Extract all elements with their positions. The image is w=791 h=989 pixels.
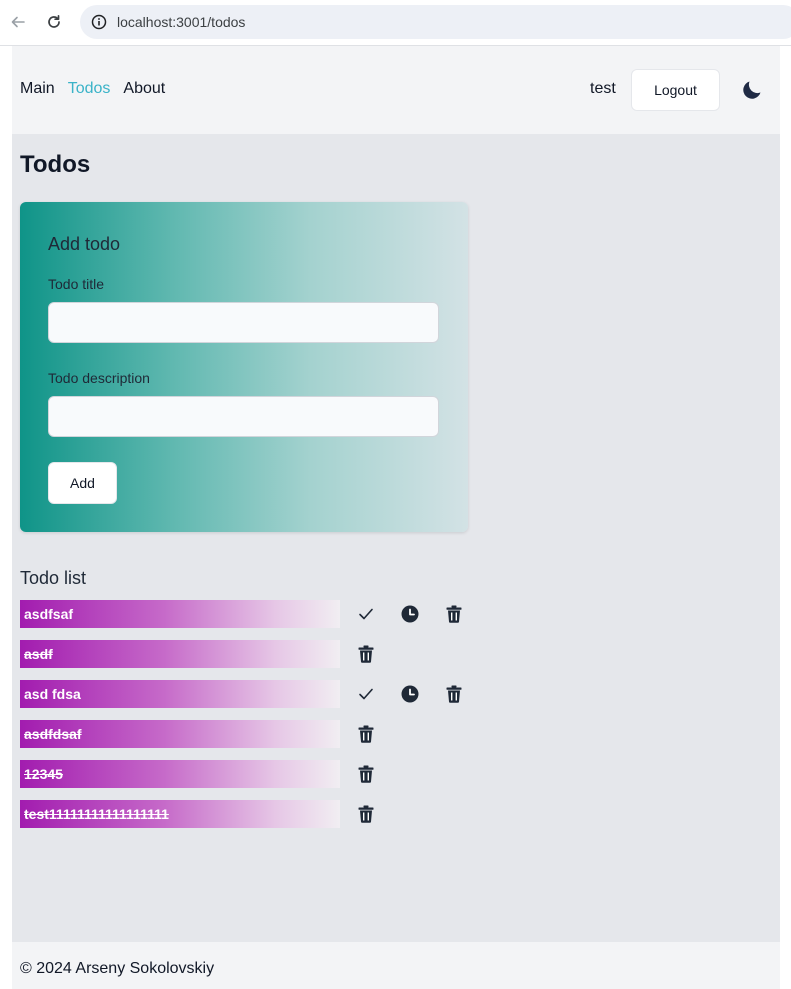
app-root: Main Todos About test Logout Todos Add t… — [12, 46, 780, 989]
todo-item-text: 12345 — [24, 766, 63, 782]
todo-list-heading: Todo list — [20, 568, 87, 588]
app-header: Main Todos About test Logout — [12, 46, 780, 134]
back-arrow-icon[interactable] — [7, 11, 29, 33]
todo-item: test11111111111111111 — [20, 800, 480, 828]
url-text: localhost:3001/todos — [117, 14, 246, 30]
todo-list: asdfsaf asdf asd fdsa asdfdsaf 12345 tes… — [20, 600, 480, 840]
check-icon[interactable] — [356, 604, 376, 624]
todo-item-bar: test11111111111111111 — [20, 800, 340, 828]
todo-item-text: asdf — [24, 646, 53, 662]
todo-item-bar: asd fdsa — [20, 680, 340, 708]
main-nav: Main Todos About — [20, 80, 165, 98]
todo-title-label: Todo title — [48, 276, 105, 292]
reload-icon[interactable] — [43, 11, 65, 33]
todo-item-bar: asdfdsaf — [20, 720, 340, 748]
todo-item: asdfsaf — [20, 600, 480, 628]
trash-icon[interactable] — [356, 764, 376, 784]
nav-link-about[interactable]: About — [123, 80, 165, 98]
todo-description-label: Todo description — [48, 370, 150, 386]
todo-item-text: asdfdsaf — [24, 726, 82, 742]
trash-icon[interactable] — [444, 684, 464, 704]
todo-item-text: asdfsaf — [24, 606, 74, 622]
nav-link-main[interactable]: Main — [20, 80, 55, 98]
nav-link-todos[interactable]: Todos — [68, 80, 111, 98]
todo-item-bar: asdfsaf — [20, 600, 340, 628]
trash-icon[interactable] — [356, 644, 376, 664]
check-icon[interactable] — [356, 684, 376, 704]
trash-icon[interactable] — [444, 604, 464, 624]
moon-icon[interactable] — [740, 78, 764, 102]
todo-item-text: test11111111111111111 — [24, 806, 169, 822]
page-footer: © 2024 Arseny Sokolovskiy — [12, 942, 780, 989]
trash-icon[interactable] — [356, 724, 376, 744]
clock-icon[interactable] — [400, 684, 420, 704]
add-todo-card: Add todo Todo title Todo description Add — [20, 202, 468, 532]
page-title: Todos — [20, 151, 91, 178]
todo-item: 12345 — [20, 760, 480, 788]
add-todo-heading: Add todo — [48, 234, 121, 254]
site-info-icon[interactable] — [88, 11, 110, 33]
todo-item-bar: 12345 — [20, 760, 340, 788]
todo-description-input[interactable] — [48, 396, 439, 437]
todo-item-text: asd fdsa — [24, 686, 81, 702]
todo-title-input[interactable] — [48, 302, 439, 343]
todo-item: asdf — [20, 640, 480, 668]
clock-icon[interactable] — [400, 604, 420, 624]
add-todo-button[interactable]: Add — [48, 462, 117, 504]
username-label: test — [590, 80, 616, 97]
todo-item-bar: asdf — [20, 640, 340, 668]
browser-toolbar: localhost:3001/todos — [0, 0, 791, 46]
todo-item: asdfdsaf — [20, 720, 480, 748]
todo-item: asd fdsa — [20, 680, 480, 708]
logout-button[interactable]: Logout — [631, 69, 720, 111]
address-bar[interactable]: localhost:3001/todos — [80, 5, 791, 39]
trash-icon[interactable] — [356, 804, 376, 824]
copyright-text: © 2024 Arseny Sokolovskiy — [20, 960, 215, 977]
